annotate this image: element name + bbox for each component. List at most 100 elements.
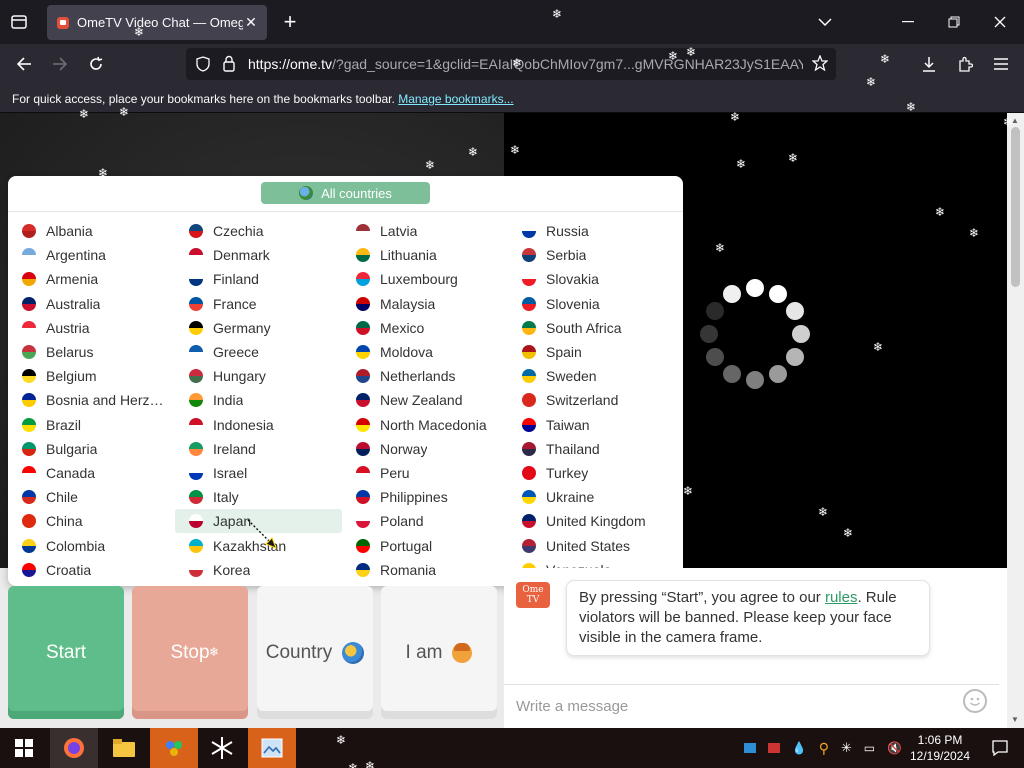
taskbar-file-explorer[interactable] — [100, 728, 148, 768]
list-all-tabs-button[interactable] — [815, 12, 835, 32]
tab-list-button[interactable] — [8, 12, 30, 32]
country-option[interactable]: Hungary — [175, 364, 342, 388]
country-option[interactable]: Belgium — [8, 364, 175, 388]
country-option[interactable]: Greece — [175, 340, 342, 364]
country-option[interactable]: Canada — [8, 461, 175, 485]
country-option[interactable]: Switzerland — [508, 388, 675, 412]
country-option[interactable]: Austria — [8, 316, 175, 340]
notification-center-button[interactable] — [976, 728, 1024, 768]
country-option[interactable]: Colombia — [8, 533, 175, 557]
country-option[interactable]: South Africa — [508, 316, 675, 340]
taskbar-paint-app[interactable] — [248, 728, 296, 768]
url-text[interactable]: https://ome.tv/?gad_source=1&gclid=EAIaI… — [248, 56, 803, 72]
country-option[interactable]: Ireland — [175, 437, 342, 461]
scrollbar-thumb[interactable] — [1011, 127, 1020, 287]
country-option[interactable]: Latvia — [342, 219, 509, 243]
country-option[interactable]: Denmark — [175, 243, 342, 267]
country-option[interactable]: Spain — [508, 340, 675, 364]
country-option[interactable]: Korea — [175, 558, 342, 582]
browser-tab[interactable]: OmeTV Video Chat — Omegle ✕ — [47, 5, 267, 40]
app-tray-icon[interactable] — [767, 743, 780, 753]
back-button[interactable] — [12, 53, 36, 75]
taskbar-firefox[interactable] — [50, 728, 98, 768]
country-option[interactable]: Czechia — [175, 219, 342, 243]
country-option[interactable]: Brazil — [8, 413, 175, 437]
volume-muted-icon[interactable]: 🔇 — [887, 741, 902, 755]
tray-icons[interactable]: 💧 ⚲ ✳ ▭ 🔇 — [738, 728, 908, 768]
country-option[interactable]: Slovenia — [508, 292, 675, 316]
new-tab-button[interactable]: + — [278, 9, 302, 34]
manage-bookmarks-link[interactable]: Manage bookmarks... — [398, 92, 513, 106]
country-option[interactable]: Russia — [508, 219, 675, 243]
country-option[interactable]: Thailand — [508, 437, 675, 461]
address-bar[interactable]: https://ome.tv/?gad_source=1&gclid=EAIaI… — [186, 48, 836, 80]
country-option[interactable]: Albania — [8, 219, 175, 243]
page-scrollbar[interactable]: ▲ ▼ — [1007, 113, 1024, 728]
country-option[interactable]: Mexico — [342, 316, 509, 340]
restore-button[interactable] — [944, 12, 964, 32]
country-option[interactable]: Slovakia — [508, 267, 675, 291]
stop-button[interactable]: Stop — [132, 586, 248, 719]
country-option[interactable]: Turkey — [508, 461, 675, 485]
gender-select-button[interactable]: I am — [381, 586, 497, 719]
start-button[interactable]: Start — [8, 586, 124, 719]
country-option[interactable]: Peru — [342, 461, 509, 485]
country-option[interactable]: Romania — [342, 558, 509, 582]
country-option[interactable]: North Macedonia — [342, 413, 509, 437]
country-option[interactable]: Sweden — [508, 364, 675, 388]
country-option[interactable]: India — [175, 388, 342, 412]
tracking-protection-icon[interactable] — [195, 56, 211, 77]
country-option[interactable]: Taiwan — [508, 413, 675, 437]
minimize-button[interactable] — [898, 12, 918, 32]
rules-link[interactable]: rules — [825, 589, 858, 606]
country-option[interactable]: Germany — [175, 316, 342, 340]
country-option[interactable]: Chile — [8, 485, 175, 509]
country-button[interactable]: Country — [257, 586, 373, 719]
country-option[interactable]: Indonesia — [175, 413, 342, 437]
extensions-button[interactable] — [954, 53, 976, 75]
country-option[interactable]: Israel — [175, 461, 342, 485]
country-option[interactable]: United States — [508, 533, 675, 557]
country-option[interactable]: Serbia — [508, 243, 675, 267]
country-option[interactable]: Armenia — [8, 267, 175, 291]
country-option[interactable]: Luxembourg — [342, 267, 509, 291]
close-window-button[interactable] — [990, 12, 1010, 32]
app-menu-button[interactable] — [990, 53, 1012, 75]
country-option[interactable]: Belarus — [8, 340, 175, 364]
country-option[interactable]: France — [175, 292, 342, 316]
country-option[interactable]: Norway — [342, 437, 509, 461]
tab-close-icon[interactable]: ✕ — [243, 14, 259, 31]
snowflake-tray-icon[interactable]: ✳ — [841, 740, 852, 756]
country-option[interactable]: New Zealand — [342, 388, 509, 412]
message-input[interactable]: Write a message — [504, 684, 999, 728]
country-option[interactable]: Bosnia and Herzeg... — [8, 388, 175, 412]
reload-button[interactable] — [84, 53, 108, 75]
taskbar-app-people[interactable] — [150, 728, 198, 768]
scroll-down-icon[interactable]: ▼ — [1011, 715, 1019, 724]
country-option[interactable]: Lithuania — [342, 243, 509, 267]
country-option[interactable]: Philippines — [342, 485, 509, 509]
country-option[interactable]: Poland — [342, 509, 509, 533]
country-option[interactable]: China — [8, 509, 175, 533]
country-option[interactable]: Italy — [175, 485, 342, 509]
country-option[interactable]: United Kingdom — [508, 509, 675, 533]
country-option[interactable]: Portugal — [342, 533, 509, 557]
network-tray-icon[interactable] — [743, 743, 756, 753]
country-option[interactable]: Moldova — [342, 340, 509, 364]
country-option[interactable]: Croatia — [8, 558, 175, 582]
country-option[interactable]: Netherlands — [342, 364, 509, 388]
country-option[interactable]: Argentina — [8, 243, 175, 267]
forward-button[interactable] — [48, 53, 72, 75]
search-tray-icon[interactable]: ⚲ — [819, 740, 829, 757]
country-option[interactable]: Ukraine — [508, 485, 675, 509]
bookmark-star-icon[interactable] — [811, 54, 829, 76]
emoji-picker-icon[interactable] — [963, 689, 987, 713]
taskbar-snowflake-app[interactable] — [198, 728, 246, 768]
country-option[interactable]: Bulgaria — [8, 437, 175, 461]
start-menu-button[interactable] — [0, 728, 48, 768]
country-option[interactable]: Malaysia — [342, 292, 509, 316]
scroll-up-icon[interactable]: ▲ — [1011, 116, 1019, 125]
downloads-button[interactable] — [918, 53, 940, 75]
screen-tray-icon[interactable]: ▭ — [864, 741, 875, 755]
lock-icon[interactable] — [222, 55, 236, 77]
